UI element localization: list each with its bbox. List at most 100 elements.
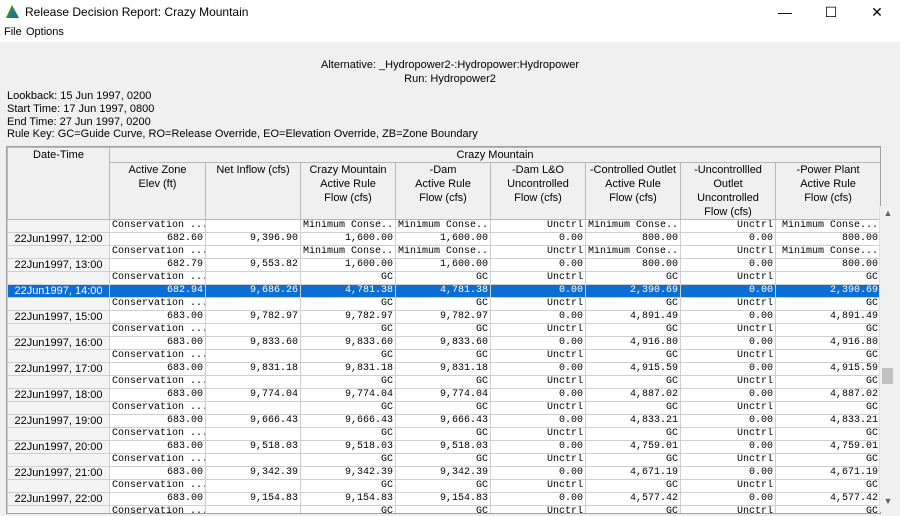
table-cell: GC — [300, 453, 396, 467]
table-cell: Unctrl — [680, 245, 776, 259]
table-row[interactable]: Conservation ... Minimum Conse... Minimum … — [7, 245, 880, 259]
table-row[interactable]: Conservation ... GC GC Unctrl GC Unctrl GC — [7, 505, 880, 513]
column-header-line: -Uncontrollled Outlet — [694, 164, 762, 190]
table-cell: GC — [585, 505, 681, 513]
table-cell: GC — [395, 297, 491, 311]
table-cell: 9,782.97 — [205, 310, 301, 324]
table-cell: Unctrl — [680, 505, 776, 513]
maximize-button[interactable]: ☐ — [808, 0, 854, 24]
close-button[interactable]: ✕ — [854, 0, 900, 24]
table-row[interactable]: 22Jun1997, 21:00 683.00 9,342.39 9,342.39 9,… — [7, 466, 880, 480]
table-cell: 9,782.97 — [395, 310, 491, 324]
table-cell: Unctrl — [680, 271, 776, 285]
table-cell: Conservation ... — [109, 219, 206, 233]
table-cell: 0.00 — [680, 440, 776, 454]
table-row[interactable]: Conservation ... GC GC Unctrl GC Unctrl GC — [7, 401, 880, 415]
table-cell: GC — [300, 505, 396, 513]
scroll-down-icon[interactable]: ▼ — [880, 496, 896, 510]
minimize-button[interactable]: — — [762, 0, 808, 24]
table-row[interactable]: 22Jun1997, 22:00 683.00 9,154.83 9,154.83 9,… — [7, 492, 880, 506]
title-bar: Release Decision Report: Crazy Mountain … — [0, 0, 900, 25]
column-header[interactable]: -Dam L&O Uncontrolled Flow (cfs) — [490, 162, 586, 220]
table-cell: 800.00 — [585, 232, 681, 246]
report-table-container: Date-Time Crazy Mountain Active Zone Elev… — [6, 146, 881, 514]
scroll-thumb[interactable] — [882, 368, 893, 384]
table-row[interactable]: Conservation ... Minimum Conse... Minimum … — [7, 219, 880, 233]
table-cell: 800.00 — [585, 258, 681, 272]
table-cell: 682.94 — [109, 284, 206, 298]
table-cell: GC — [774, 479, 880, 493]
table-cell: 0.00 — [490, 232, 586, 246]
column-header[interactable]: -Dam Active Rule Flow (cfs) — [395, 162, 491, 220]
menu-options[interactable]: Options — [26, 26, 64, 38]
table-cell: 683.00 — [109, 440, 206, 454]
table-row[interactable]: 22Jun1997, 14:00 682.94 9,686.26 4,781.38 4,… — [7, 284, 880, 298]
table-row[interactable]: Conservation ... GC GC Unctrl GC Unctrl GC — [7, 453, 880, 467]
table-cell: 0.00 — [680, 310, 776, 324]
column-header[interactable]: Active Zone Elev (ft) — [109, 162, 206, 220]
table-row[interactable]: Conservation ... GC GC Unctrl GC Unctrl GC — [7, 323, 880, 337]
table-cell: Minimum Conse... — [395, 219, 491, 233]
date-time-cell — [7, 271, 110, 285]
table-row[interactable]: Conservation ... GC GC Unctrl GC Unctrl GC — [7, 427, 880, 441]
table-cell — [205, 271, 301, 285]
table-row[interactable]: Conservation ... GC GC Unctrl GC Unctrl GC — [7, 271, 880, 285]
table-cell: GC — [585, 271, 681, 285]
table-cell: 682.79 — [109, 258, 206, 272]
date-time-header[interactable]: Date-Time — [7, 147, 110, 220]
column-header-line: Active Rule — [415, 178, 471, 190]
menu-file[interactable]: File — [4, 26, 22, 38]
table-row[interactable]: 22Jun1997, 17:00 683.00 9,831.18 9,831.18 9,… — [7, 362, 880, 376]
table-cell: 9,553.82 — [205, 258, 301, 272]
table-cell: Unctrl — [490, 479, 586, 493]
table-cell: 9,342.39 — [300, 466, 396, 480]
date-time-cell — [7, 245, 110, 259]
table-cell: 9,686.26 — [205, 284, 301, 298]
table-cell: GC — [585, 427, 681, 441]
column-header-line: Flow (cfs) — [419, 192, 467, 204]
table-row[interactable]: 22Jun1997, 12:00 682.60 9,396.90 1,600.00 1,… — [7, 232, 880, 246]
table-cell: Minimum Conse... — [774, 219, 880, 233]
table-cell: 4,833.21 — [774, 414, 880, 428]
table-cell: GC — [395, 453, 491, 467]
table-cell: 0.00 — [680, 232, 776, 246]
table-cell — [205, 219, 301, 233]
table-cell: Minimum Conse... — [300, 245, 396, 259]
date-time-cell — [7, 349, 110, 363]
table-row[interactable]: 22Jun1997, 18:00 683.00 9,774.04 9,774.04 9,… — [7, 388, 880, 402]
table-cell: Conservation ... — [109, 297, 206, 311]
table-cell: 4,887.02 — [585, 388, 681, 402]
column-header[interactable]: -Uncontrollled Outlet Uncontrolled Flow (c… — [680, 162, 776, 220]
scroll-up-icon[interactable]: ▲ — [880, 208, 896, 222]
table-row[interactable]: Conservation ... GC GC Unctrl GC Unctrl GC — [7, 349, 880, 363]
vertical-scrollbar[interactable]: ▲ ▼ — [879, 206, 896, 512]
table-cell: Unctrl — [490, 349, 586, 363]
table-row[interactable]: 22Jun1997, 19:00 683.00 9,666.43 9,666.43 9,… — [7, 414, 880, 428]
table-cell: 683.00 — [109, 388, 206, 402]
table-cell — [205, 479, 301, 493]
table-cell: 4,577.42 — [585, 492, 681, 506]
table-cell: 9,774.04 — [395, 388, 491, 402]
table-cell: 0.00 — [490, 492, 586, 506]
column-header[interactable]: -Controlled Outlet Active Rule Flow (cfs) — [585, 162, 681, 220]
column-header[interactable]: Net Inflow (cfs) — [205, 162, 301, 220]
table-cell: GC — [774, 505, 880, 513]
table-cell: 9,154.83 — [205, 492, 301, 506]
table-cell: 683.00 — [109, 414, 206, 428]
date-time-cell: 22Jun1997, 19:00 — [7, 414, 110, 428]
table-row[interactable]: 22Jun1997, 20:00 683.00 9,518.03 9,518.03 9,… — [7, 440, 880, 454]
table-cell: GC — [774, 401, 880, 415]
table-cell: GC — [395, 401, 491, 415]
table-row[interactable]: Conservation ... GC GC Unctrl GC Unctrl GC — [7, 375, 880, 389]
table-row[interactable]: 22Jun1997, 16:00 683.00 9,833.60 9,833.60 9,… — [7, 336, 880, 350]
column-header[interactable]: Crazy Mountain Active Rule Flow (cfs) — [300, 162, 396, 220]
column-header-line: -Power Plant — [796, 164, 860, 176]
column-header[interactable]: -Power Plant Active Rule Flow (cfs) — [774, 162, 880, 220]
column-header-line: Flow (cfs) — [609, 192, 657, 204]
table-cell: Conservation ... — [109, 427, 206, 441]
table-row[interactable]: 22Jun1997, 13:00 682.79 9,553.82 1,600.00 1,… — [7, 258, 880, 272]
table-row[interactable]: Conservation ... GC GC Unctrl GC Unctrl GC — [7, 479, 880, 493]
table-row[interactable]: 22Jun1997, 15:00 683.00 9,782.97 9,782.97 9,… — [7, 310, 880, 324]
table-cell — [205, 297, 301, 311]
table-row[interactable]: Conservation ... GC GC Unctrl GC Unctrl GC — [7, 297, 880, 311]
